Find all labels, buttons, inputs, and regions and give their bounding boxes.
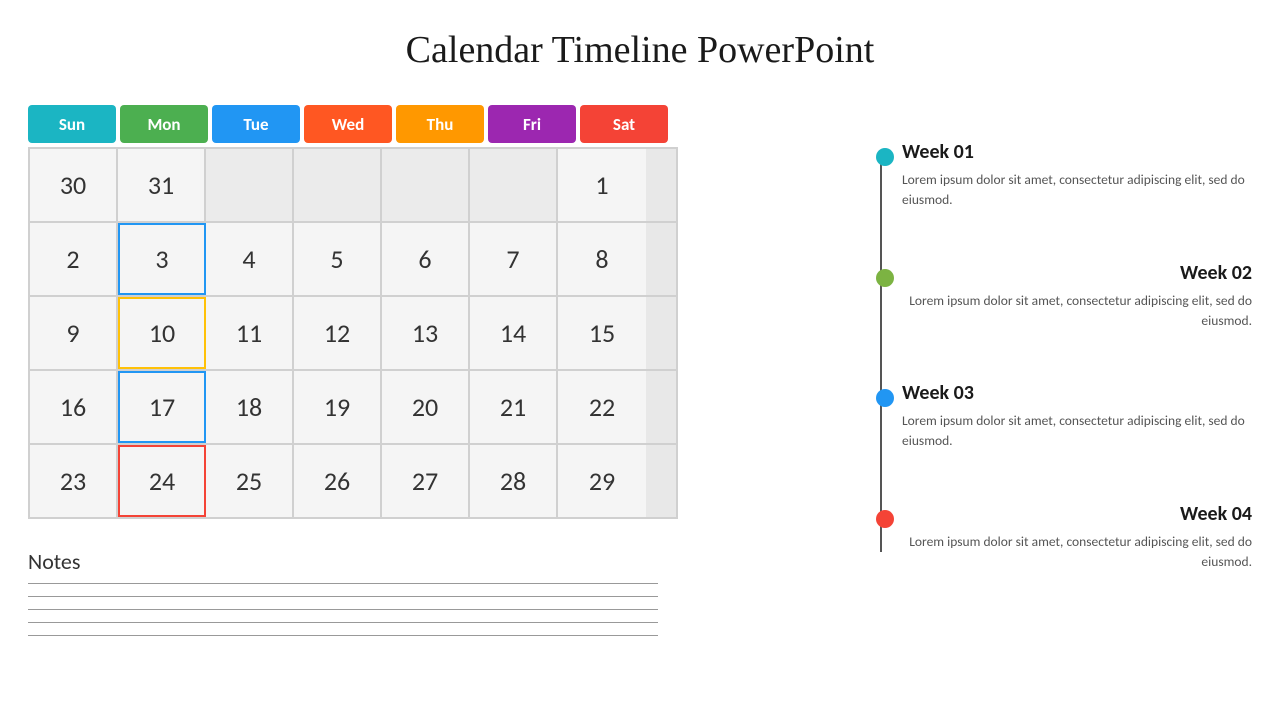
calendar-cell: 10 xyxy=(118,297,206,369)
week-desc-3: Lorem ipsum dolor sit amet, consectetur … xyxy=(902,411,1252,452)
calendar-cell: 18 xyxy=(206,371,294,443)
calendar-cell: 11 xyxy=(206,297,294,369)
calendar-cell xyxy=(382,149,470,221)
notes-line xyxy=(28,622,658,623)
calendar-cell: 3 xyxy=(118,223,206,295)
timeline-item-week-4: Week 04 Lorem ipsum dolor sit amet, conse… xyxy=(902,502,1252,573)
notes-lines xyxy=(28,583,658,636)
timeline-item-week-1: Week 01 Lorem ipsum dolor sit amet, conse… xyxy=(902,140,1252,211)
calendar-row: 16171819202122 xyxy=(30,371,676,445)
day-tue: Tue xyxy=(212,105,300,143)
notes-line xyxy=(28,635,658,636)
week-title-3: Week 03 xyxy=(902,381,1252,405)
page-title: Calendar Timeline PowerPoint xyxy=(0,0,1280,92)
calendar-grid: 3031123456789101112131415161718192021222… xyxy=(28,147,678,519)
notes-line xyxy=(28,596,658,597)
calendar-cell: 26 xyxy=(294,445,382,517)
calendar-cell: 23 xyxy=(30,445,118,517)
calendar-cell: 25 xyxy=(206,445,294,517)
calendar-cell: 6 xyxy=(382,223,470,295)
calendar-cell: 4 xyxy=(206,223,294,295)
calendar-cell: 13 xyxy=(382,297,470,369)
notes-line xyxy=(28,609,658,610)
calendar-cell: 12 xyxy=(294,297,382,369)
calendar-cell: 9 xyxy=(30,297,118,369)
right-panel: Week 01 Lorem ipsum dolor sit amet, conse… xyxy=(872,140,1252,572)
timeline-dot-week-3 xyxy=(876,389,894,407)
timeline-line xyxy=(880,160,882,552)
timeline-dot-week-2 xyxy=(876,269,894,287)
week-desc-2: Lorem ipsum dolor sit amet, consectetur … xyxy=(902,291,1252,332)
calendar-cell: 21 xyxy=(470,371,558,443)
calendar-cell: 1 xyxy=(558,149,646,221)
calendar-cell: 31 xyxy=(118,149,206,221)
calendar-row: 9101112131415 xyxy=(30,297,676,371)
week-title-4: Week 04 xyxy=(902,502,1252,526)
calendar-cell: 27 xyxy=(382,445,470,517)
week-desc-4: Lorem ipsum dolor sit amet, consectetur … xyxy=(902,532,1252,573)
calendar-cell: 20 xyxy=(382,371,470,443)
day-fri: Fri xyxy=(488,105,576,143)
calendar-cell: 14 xyxy=(470,297,558,369)
calendar-cell: 19 xyxy=(294,371,382,443)
calendar-cell xyxy=(206,149,294,221)
timeline-dot-week-1 xyxy=(876,148,894,166)
calendar-cell xyxy=(470,149,558,221)
calendar-cell: 15 xyxy=(558,297,646,369)
calendar-cell: 2 xyxy=(30,223,118,295)
day-mon: Mon xyxy=(120,105,208,143)
timeline-dot-week-4 xyxy=(876,510,894,528)
day-thu: Thu xyxy=(396,105,484,143)
calendar-cell: 16 xyxy=(30,371,118,443)
calendar-cell: 17 xyxy=(118,371,206,443)
notes-section: Notes xyxy=(28,548,658,636)
calendar-cell: 28 xyxy=(470,445,558,517)
calendar-cell: 5 xyxy=(294,223,382,295)
calendar-row: 3031 1 xyxy=(30,149,676,223)
calendar-row: 2345678 xyxy=(30,223,676,297)
calendar-cell xyxy=(294,149,382,221)
notes-line xyxy=(28,583,658,584)
calendar-cell: 22 xyxy=(558,371,646,443)
notes-label: Notes xyxy=(28,548,658,575)
calendar-cell: 29 xyxy=(558,445,646,517)
week-title-1: Week 01 xyxy=(902,140,1252,164)
timeline-container: Week 01 Lorem ipsum dolor sit amet, conse… xyxy=(872,140,1252,572)
day-sun: Sun xyxy=(28,105,116,143)
calendar-row: 23242526272829 xyxy=(30,445,676,517)
calendar-cell: 8 xyxy=(558,223,646,295)
week-title-2: Week 02 xyxy=(902,261,1252,285)
calendar-cell: 7 xyxy=(470,223,558,295)
week-desc-1: Lorem ipsum dolor sit amet, consectetur … xyxy=(902,170,1252,211)
calendar-cell: 24 xyxy=(118,445,206,517)
day-sat: Sat xyxy=(580,105,668,143)
left-panel: Sun Mon Tue Wed Thu Fri Sat 303112345678… xyxy=(28,105,678,519)
timeline-item-week-2: Week 02 Lorem ipsum dolor sit amet, conse… xyxy=(902,261,1252,332)
day-wed: Wed xyxy=(304,105,392,143)
day-headers: Sun Mon Tue Wed Thu Fri Sat xyxy=(28,105,678,143)
calendar-cell: 30 xyxy=(30,149,118,221)
timeline-item-week-3: Week 03 Lorem ipsum dolor sit amet, conse… xyxy=(902,381,1252,452)
